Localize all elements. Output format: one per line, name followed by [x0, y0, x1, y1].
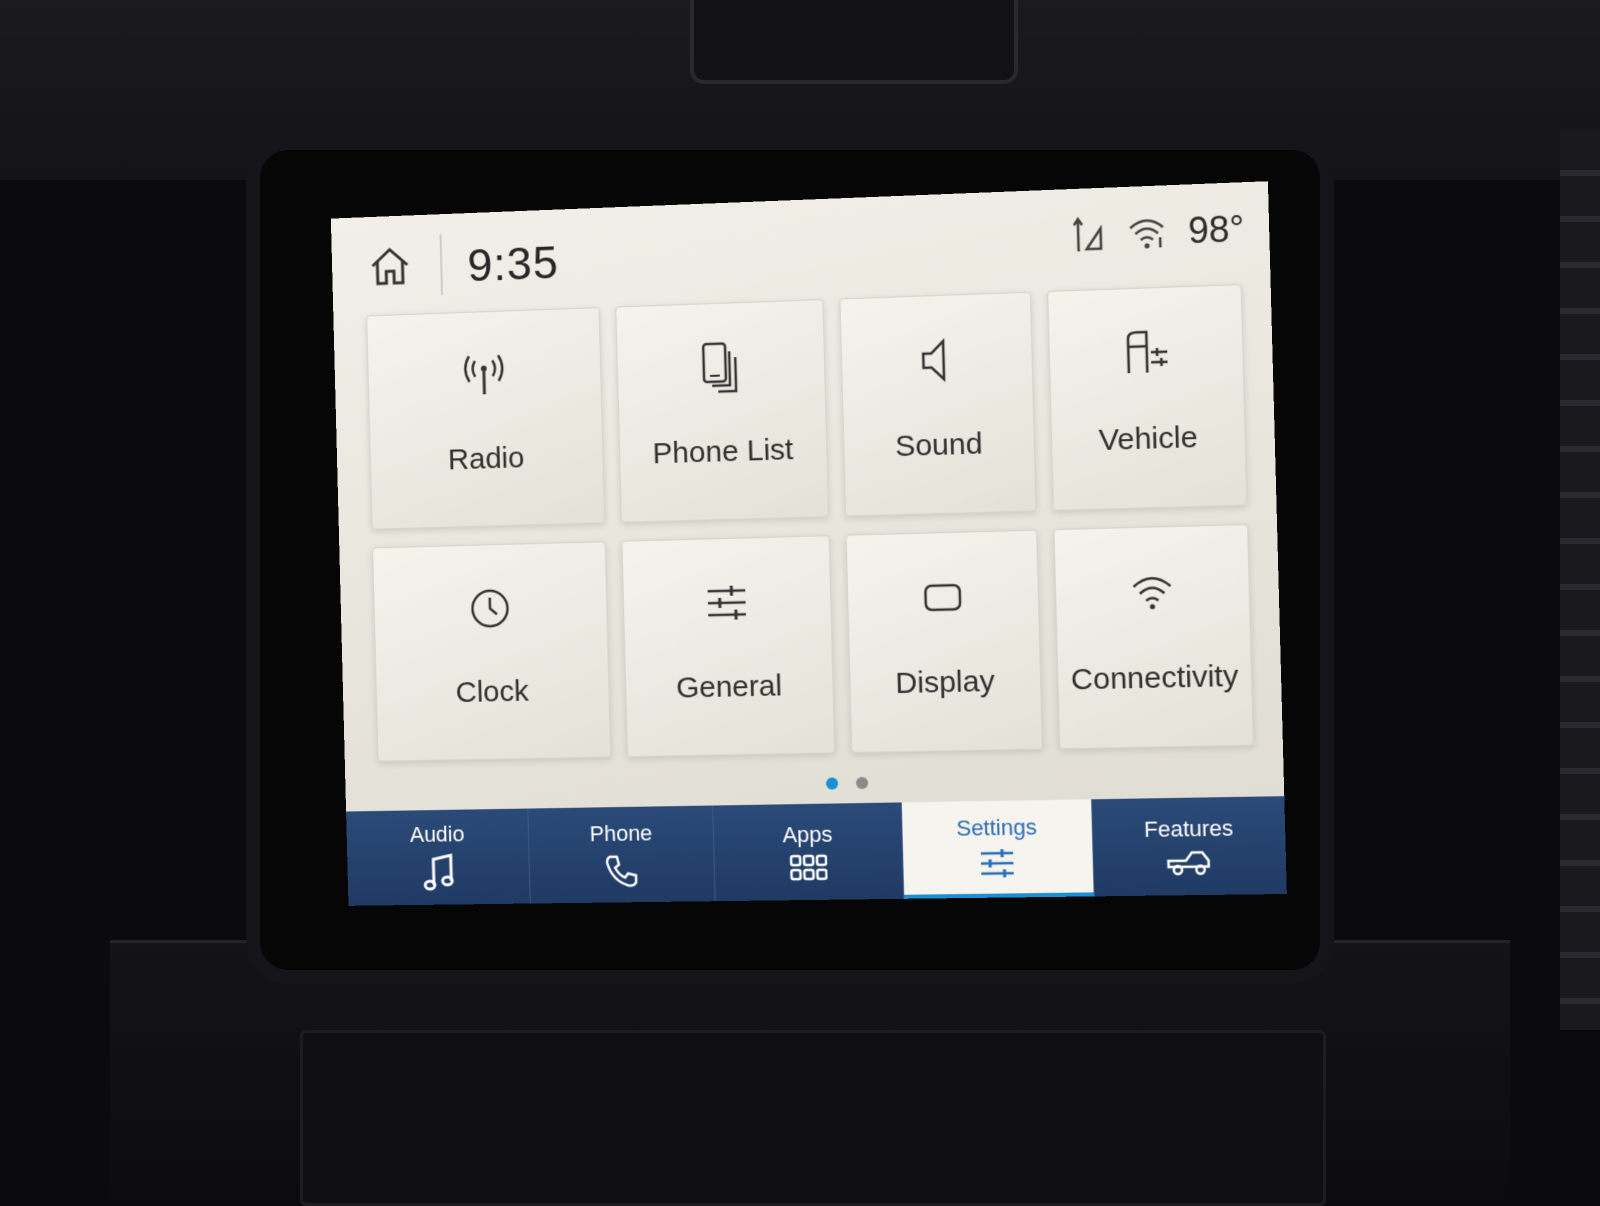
- phone-handset-icon: [604, 852, 640, 888]
- tile-general[interactable]: General: [621, 535, 836, 758]
- truck-icon: [1165, 848, 1213, 877]
- music-note-icon: [421, 853, 455, 893]
- nav-label: Audio: [409, 821, 465, 847]
- nav-label: Apps: [782, 821, 833, 848]
- tile-label: Connectivity: [1070, 659, 1239, 697]
- page-dot-2[interactable]: [855, 776, 869, 790]
- nav-phone[interactable]: Phone: [528, 805, 717, 904]
- clock-icon: [467, 585, 513, 632]
- tile-connectivity[interactable]: Connectivity: [1053, 523, 1254, 750]
- nav-label: Phone: [589, 820, 653, 847]
- tile-label: Radio: [447, 441, 525, 477]
- phone-list-icon: [695, 339, 746, 396]
- display-icon: [919, 579, 966, 616]
- tile-label: Vehicle: [1098, 420, 1199, 458]
- tile-sound[interactable]: Sound: [839, 291, 1037, 517]
- apps-grid-icon: [790, 853, 827, 881]
- nav-label: Settings: [955, 814, 1038, 841]
- nav-apps[interactable]: Apps: [713, 802, 904, 902]
- home-icon: [366, 241, 414, 290]
- tile-label: Sound: [894, 427, 983, 464]
- tile-label: Clock: [455, 674, 530, 710]
- settings-tiles-grid: Radio Phone List Sound Vehicle Clock Gen…: [366, 284, 1256, 768]
- clock-time: 9:35: [466, 236, 560, 292]
- page-dot-1[interactable]: [825, 777, 839, 790]
- wifi-hotspot-icon: [1126, 215, 1166, 251]
- speaker-icon: [913, 334, 961, 386]
- tile-phone-list[interactable]: Phone List: [615, 299, 830, 523]
- tile-label: General: [675, 669, 783, 705]
- wifi-icon: [1129, 574, 1175, 610]
- radio-antenna-icon: [459, 350, 509, 401]
- infotainment-screen: 9:35 98° Radio Phone List Sound Vehicle …: [330, 181, 1287, 906]
- status-divider: [439, 233, 444, 296]
- nav-settings[interactable]: Settings: [901, 799, 1095, 899]
- air-vent: [1560, 130, 1600, 1030]
- bottom-navigation: Audio Phone Apps Settings Features: [346, 796, 1287, 906]
- gps-signal-icon: [1069, 214, 1105, 256]
- tile-display[interactable]: Display: [845, 529, 1043, 754]
- storage-compartment: [300, 1030, 1326, 1206]
- tile-radio[interactable]: Radio: [366, 307, 606, 530]
- vehicle-settings-icon: [1120, 327, 1173, 379]
- settings-sliders-icon: [978, 847, 1017, 880]
- outside-temperature: 98°: [1187, 207, 1245, 252]
- tile-label: Phone List: [652, 433, 794, 471]
- page-indicator: [825, 776, 869, 790]
- status-icons: 98°: [1069, 207, 1245, 258]
- nav-label: Features: [1143, 815, 1234, 843]
- nav-audio[interactable]: Audio: [346, 808, 531, 906]
- tile-label: Display: [895, 664, 996, 701]
- sliders-icon: [703, 582, 750, 623]
- nav-features[interactable]: Features: [1091, 796, 1287, 897]
- tile-vehicle[interactable]: Vehicle: [1047, 284, 1248, 512]
- tile-clock[interactable]: Clock: [372, 541, 612, 762]
- dashboard-vent-slot: [690, 0, 1018, 84]
- home-button[interactable]: [362, 237, 417, 294]
